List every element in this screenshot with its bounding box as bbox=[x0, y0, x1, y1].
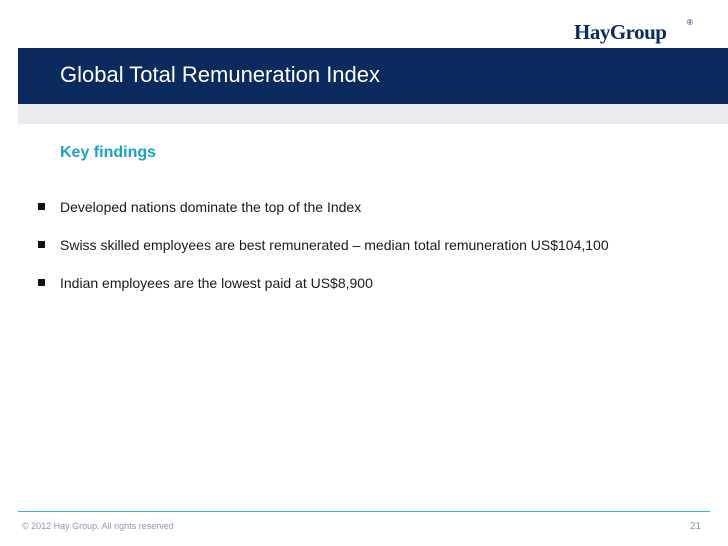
slide-subtitle: Key findings bbox=[60, 144, 157, 161]
slide-title: Global Total Remuneration Index bbox=[60, 62, 381, 87]
bullet-item: Developed nations dominate the top of th… bbox=[36, 197, 656, 217]
footer-copyright: © 2012 Hay Group. All rights reserved bbox=[22, 521, 174, 531]
slide: HayGroup ® Global Total Remuneration Ind… bbox=[0, 0, 728, 546]
footer-divider bbox=[18, 511, 710, 512]
logo-wordmark: HayGroup bbox=[574, 20, 667, 44]
title-underbar bbox=[18, 104, 728, 124]
registered-mark: ® bbox=[687, 18, 693, 27]
logo-box: HayGroup ® bbox=[560, 14, 710, 51]
bullet-item: Indian employees are the lowest paid at … bbox=[36, 273, 656, 293]
square-bullet-icon bbox=[38, 203, 45, 210]
square-bullet-icon bbox=[38, 279, 45, 286]
bullet-text: Swiss skilled employees are best remuner… bbox=[60, 237, 609, 253]
square-bullet-icon bbox=[38, 241, 45, 248]
haygroup-logo: HayGroup ® bbox=[560, 14, 710, 51]
bullet-item: Swiss skilled employees are best remuner… bbox=[36, 235, 656, 255]
bullet-text: Developed nations dominate the top of th… bbox=[60, 199, 362, 215]
bullet-text: Indian employees are the lowest paid at … bbox=[60, 275, 373, 291]
page-number: 21 bbox=[690, 521, 702, 532]
title-band: Global Total Remuneration Index bbox=[18, 48, 728, 104]
bullet-list: Developed nations dominate the top of th… bbox=[36, 197, 656, 311]
